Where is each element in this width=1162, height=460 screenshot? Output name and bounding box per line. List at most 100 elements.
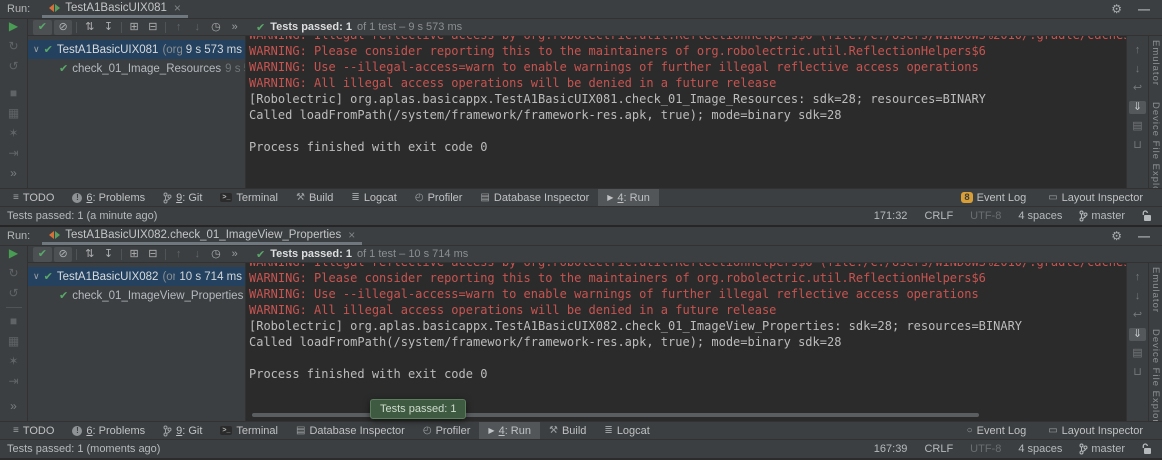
screenshot-button[interactable]: ▦	[8, 335, 19, 348]
toolwindow-button-run[interactable]: ▶ 4: Run	[598, 189, 659, 206]
show-ignored-button[interactable]: ⊘	[54, 20, 73, 35]
git-branch-widget[interactable]: master	[1079, 443, 1125, 455]
toolwindow-button-terminal[interactable]: >_ Terminal	[211, 422, 287, 439]
console-output-1[interactable]: WARNING: Illegal reflective access by or…	[246, 36, 1126, 188]
next-occurrence-button[interactable]: ↓	[188, 247, 207, 262]
expand-all-button[interactable]: ⊞	[125, 247, 144, 262]
test-suite-row[interactable]: ∨ ✔ TestA1BasicUIX081 (org.aplas.basica …	[28, 40, 245, 59]
test-case-row[interactable]: ✔ check_01_ImageView_Properties 10 s 714…	[28, 286, 245, 305]
show-passed-button[interactable]: ✔	[33, 247, 52, 262]
device-file-explorer-tab[interactable]: Device File Explorer	[1150, 329, 1161, 421]
run-tab-testa1basicuix082[interactable]: TestA1BasicUIX082.check_01_ImageView_Pro…	[42, 227, 362, 245]
toolwindow-button-todo[interactable]: ≡ TODO	[4, 422, 63, 439]
toolwindow-button-build[interactable]: ⚒ Build	[287, 189, 342, 206]
attach-button[interactable]: ⇥	[8, 147, 18, 160]
chevron-down-icon[interactable]: ∨	[33, 44, 40, 55]
clear-all-button[interactable]: ⊔	[1133, 139, 1142, 152]
emulator-tab[interactable]: Emulator	[1150, 40, 1161, 86]
collapse-all-button[interactable]: ⊟	[144, 20, 163, 35]
toolwindow-button-git[interactable]: 9: Git	[154, 422, 211, 439]
emulator-tab[interactable]: Emulator	[1150, 267, 1161, 313]
soft-wrap-button[interactable]: ↩	[1133, 309, 1142, 322]
toolwindow-button-problems[interactable]: ! 6: Problems	[63, 422, 154, 439]
gear-icon[interactable]: ⚙	[1111, 229, 1122, 243]
test-case-row[interactable]: ✔ check_01_Image_Resources 9 s 573 ms	[28, 59, 245, 78]
rerun-button[interactable]: ▶	[9, 247, 18, 260]
show-passed-button[interactable]: ✔	[33, 20, 52, 35]
print-button[interactable]: ▤	[1132, 347, 1142, 360]
toolbar-more-icon[interactable]: »	[225, 247, 244, 262]
sort-alphabetically-button[interactable]: ⇅	[80, 247, 99, 262]
next-occurrence-button[interactable]: ↓	[188, 20, 207, 35]
lock-icon[interactable]	[1142, 443, 1152, 455]
test-settings-button[interactable]: ✶	[8, 355, 18, 368]
toggle-auto-test-button[interactable]: ↺	[8, 287, 18, 300]
stop-button[interactable]: ■	[10, 87, 17, 100]
expand-all-button[interactable]: ⊞	[125, 20, 144, 35]
print-button[interactable]: ▤	[1132, 120, 1142, 133]
hide-window-icon[interactable]: —	[1138, 229, 1150, 243]
sort-by-duration-button[interactable]: ↧	[99, 247, 118, 262]
close-icon[interactable]: ×	[174, 1, 181, 15]
device-file-explorer-tab[interactable]: Device File Explorer	[1150, 102, 1161, 188]
file-encoding[interactable]: UTF-8	[970, 443, 1001, 455]
toolbar-more-icon[interactable]: »	[225, 20, 244, 35]
caret-position[interactable]: 167:39	[874, 443, 908, 455]
indent-setting[interactable]: 4 spaces	[1018, 443, 1062, 455]
show-ignored-button[interactable]: ⊘	[54, 247, 73, 262]
rerun-button[interactable]: ▶	[9, 20, 18, 33]
collapse-all-button[interactable]: ⊟	[144, 247, 163, 262]
git-branch-widget[interactable]: master	[1079, 210, 1125, 222]
toggle-auto-test-button[interactable]: ↺	[8, 60, 18, 73]
previous-occurrence-button[interactable]: ↑	[169, 20, 188, 35]
more-tools-icon[interactable]: »	[10, 400, 17, 413]
scroll-to-end-button[interactable]: ⇓	[1129, 328, 1146, 341]
toolwindow-button-database-inspector[interactable]: ▤ Database Inspector	[287, 422, 414, 439]
rerun-failed-tests-button[interactable]: ↻	[8, 40, 18, 53]
attach-button[interactable]: ⇥	[8, 375, 18, 388]
close-icon[interactable]: ×	[348, 228, 355, 242]
stop-button[interactable]: ■	[10, 315, 17, 328]
caret-position[interactable]: 171:32	[874, 210, 908, 222]
test-history-button[interactable]: ◷	[207, 20, 226, 35]
test-settings-button[interactable]: ✶	[8, 127, 18, 140]
more-tools-icon[interactable]: »	[10, 167, 17, 180]
toolwindow-button-logcat[interactable]: ≣ Logcat	[595, 422, 658, 439]
soft-wrap-button[interactable]: ↩	[1133, 82, 1142, 95]
line-ending[interactable]: CRLF	[924, 210, 953, 222]
screenshot-button[interactable]: ▦	[8, 107, 19, 120]
file-encoding[interactable]: UTF-8	[970, 210, 1001, 222]
scroll-to-end-button[interactable]: ⇓	[1129, 101, 1146, 114]
gear-icon[interactable]: ⚙	[1111, 2, 1122, 16]
toolwindow-button-profiler[interactable]: ◴ Profiler	[406, 189, 472, 206]
toolwindow-button-profiler[interactable]: ◴ Profiler	[414, 422, 480, 439]
hide-window-icon[interactable]: —	[1138, 2, 1150, 16]
down-stack-trace-button[interactable]: ↓	[1135, 63, 1141, 76]
toolwindow-button-database-inspector[interactable]: ▤ Database Inspector	[471, 189, 598, 206]
layout-inspector-button[interactable]: ▭ Layout Inspector	[1039, 425, 1152, 437]
toolwindow-button-git[interactable]: 9: Git	[154, 189, 211, 206]
line-ending[interactable]: CRLF	[924, 443, 953, 455]
rerun-failed-tests-button[interactable]: ↻	[8, 267, 18, 280]
run-tab-testa1basicuix081[interactable]: TestA1BasicUIX081 ×	[42, 0, 188, 18]
lock-icon[interactable]	[1142, 210, 1152, 222]
toolwindow-button-build[interactable]: ⚒ Build	[540, 422, 595, 439]
indent-setting[interactable]: 4 spaces	[1018, 210, 1062, 222]
event-log-button[interactable]: ○ Event Log	[958, 425, 1036, 437]
toolwindow-button-run[interactable]: ▶ 4: Run	[479, 422, 540, 439]
toolwindow-button-todo[interactable]: ≡ TODO	[4, 189, 63, 206]
horizontal-scrollbar[interactable]	[252, 413, 979, 417]
event-log-button[interactable]: 8 Event Log	[952, 192, 1035, 204]
toolwindow-button-logcat[interactable]: ≣ Logcat	[342, 189, 405, 206]
toolwindow-button-terminal[interactable]: >_ Terminal	[211, 189, 287, 206]
test-suite-row[interactable]: ∨ ✔ TestA1BasicUIX082 (org.aplas.basica …	[28, 267, 245, 286]
down-stack-trace-button[interactable]: ↓	[1135, 290, 1141, 303]
up-stack-trace-button[interactable]: ↑	[1135, 44, 1141, 57]
layout-inspector-button[interactable]: ▭ Layout Inspector	[1039, 192, 1152, 204]
previous-occurrence-button[interactable]: ↑	[169, 247, 188, 262]
test-history-button[interactable]: ◷	[207, 247, 226, 262]
toolwindow-button-problems[interactable]: ! 6: Problems	[63, 189, 154, 206]
chevron-down-icon[interactable]: ∨	[33, 271, 40, 282]
console-output-2[interactable]: WARNING: Illegal reflective access by or…	[246, 263, 1126, 421]
sort-alphabetically-button[interactable]: ⇅	[80, 20, 99, 35]
